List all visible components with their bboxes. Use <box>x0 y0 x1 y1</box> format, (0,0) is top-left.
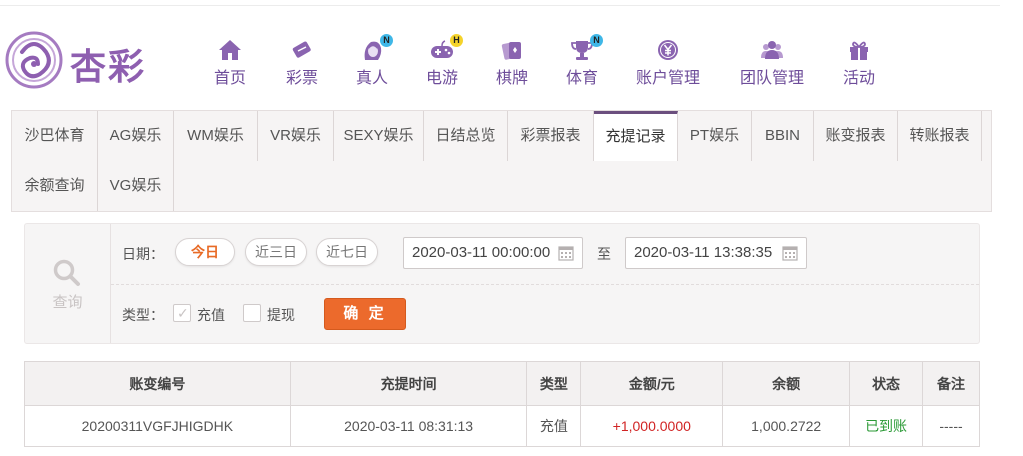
date-label: 日期： <box>122 246 164 262</box>
cell-amount: +1,000.0000 <box>580 405 724 447</box>
tab-vg[interactable]: VG娱乐 <box>98 161 174 211</box>
nav-label: 棋牌 <box>495 70 528 87</box>
nav-label: 体育 <box>565 70 598 87</box>
nav-label: 真人 <box>355 70 388 87</box>
nav-item-promotions[interactable]: 活动 <box>840 36 878 96</box>
range-today-button[interactable]: 今日 <box>175 238 235 266</box>
tab-vr[interactable]: VR娱乐 <box>258 111 334 161</box>
col-transaction-id: 账变编号 <box>24 361 291 406</box>
query-section: 查询 <box>25 224 111 343</box>
deposit-label[interactable]: 充值 <box>197 305 225 325</box>
tab-pt[interactable]: PT娱乐 <box>678 111 752 161</box>
new-badge: N <box>590 34 603 47</box>
tab-transfer-report[interactable]: 转账报表 <box>898 111 982 161</box>
search-icon <box>53 259 80 286</box>
calendar-icon[interactable] <box>558 245 574 261</box>
cell-remark: ----- <box>922 405 980 447</box>
confirm-button[interactable]: 确 定 <box>324 298 406 330</box>
table-header-row: 账变编号 充提时间 类型 金额/元 余额 状态 备注 <box>24 361 980 406</box>
nav-item-team[interactable]: 团队管理 <box>736 36 808 96</box>
start-datetime-value: 2020-03-11 00:00:00 <box>412 244 551 261</box>
site-header: 杏彩 首页 彩票 N 真人 H 电游 棋牌 N 体育 账户管理 团队管理 活动 <box>0 0 1023 108</box>
col-status: 状态 <box>849 361 924 406</box>
col-type: 类型 <box>526 361 582 406</box>
nav-item-home[interactable]: 首页 <box>208 36 252 96</box>
nav-label: 首页 <box>213 70 246 87</box>
tab-balance-change-report[interactable]: 账变报表 <box>814 111 898 161</box>
query-label: 查询 <box>52 294 83 311</box>
cell-transaction-id: 20200311VGFJHIGDHK <box>24 405 291 447</box>
end-datetime-input[interactable]: 2020-03-11 13:38:35 <box>625 237 807 269</box>
col-balance: 余额 <box>722 361 851 406</box>
tab-deposit-withdraw-records[interactable]: 充提记录 <box>594 111 678 161</box>
nav-label: 彩票 <box>285 70 318 87</box>
withdraw-label[interactable]: 提现 <box>267 305 295 325</box>
site-logo[interactable]: 杏彩 <box>2 28 162 92</box>
logo-emblem-icon <box>5 31 63 89</box>
withdraw-checkbox[interactable] <box>243 304 261 322</box>
tab-balance-query[interactable]: 余额查询 <box>12 161 98 211</box>
table-row: 20200311VGFJHIGDHK 2020-03-11 08:31:13 充… <box>24 405 980 447</box>
home-icon <box>219 40 241 60</box>
nav-item-cards[interactable]: 棋牌 <box>490 36 534 96</box>
tab-ag[interactable]: AG娱乐 <box>98 111 174 161</box>
deposit-checkbox[interactable]: ✓ <box>173 304 191 322</box>
to-label: 至 <box>597 246 611 262</box>
nav-item-live[interactable]: N 真人 <box>350 34 394 96</box>
nav-label: 账户管理 <box>635 70 700 87</box>
col-remark: 备注 <box>922 361 980 406</box>
yen-coin-icon <box>658 40 678 60</box>
tab-wm[interactable]: WM娱乐 <box>174 111 258 161</box>
report-tabs: 沙巴体育 AG娱乐 WM娱乐 VR娱乐 SEXY娱乐 日结总览 彩票报表 充提记… <box>11 110 992 212</box>
filter-panel: 查询 日期： 今日 近三日 近七日 2020-03-11 00:00:00 至 … <box>24 223 980 344</box>
tab-bbin[interactable]: BBIN <box>752 111 814 161</box>
new-badge: N <box>380 34 393 47</box>
type-label: 类型： <box>122 307 164 323</box>
tab-saba-sports[interactable]: 沙巴体育 <box>12 111 98 161</box>
hot-badge: H <box>450 34 463 47</box>
team-icon <box>761 41 783 59</box>
cell-time: 2020-03-11 08:31:13 <box>289 405 528 447</box>
nav-item-sports[interactable]: N 体育 <box>560 34 604 96</box>
lottery-ticket-icon <box>292 41 311 58</box>
tab-lottery-report[interactable]: 彩票报表 <box>508 111 594 161</box>
nav-label: 团队管理 <box>739 70 804 87</box>
start-datetime-input[interactable]: 2020-03-11 00:00:00 <box>403 237 583 269</box>
calendar-icon[interactable] <box>782 245 798 261</box>
range-3days-button[interactable]: 近三日 <box>245 238 307 266</box>
tab-sexy[interactable]: SEXY娱乐 <box>334 111 424 161</box>
cell-type: 充值 <box>526 405 582 447</box>
nav-item-lottery[interactable]: 彩票 <box>280 36 324 96</box>
logo-text: 杏彩 <box>70 46 147 88</box>
cell-balance: 1,000.2722 <box>722 405 851 447</box>
col-amount: 金额/元 <box>580 361 724 406</box>
playing-cards-icon <box>501 42 521 60</box>
header-divider <box>0 5 1000 6</box>
records-table: 账变编号 充提时间 类型 金额/元 余额 状态 备注 20200311VGFJH… <box>24 361 980 447</box>
end-datetime-value: 2020-03-11 13:38:35 <box>634 244 773 261</box>
nav-label: 电游 <box>425 70 458 87</box>
nav-item-egames[interactable]: H 电游 <box>420 34 464 96</box>
range-7days-button[interactable]: 近七日 <box>316 238 378 266</box>
col-time: 充提时间 <box>289 361 528 406</box>
gift-icon <box>850 41 868 60</box>
checkmark-icon: ✓ <box>177 305 189 321</box>
nav-label: 活动 <box>842 70 875 87</box>
nav-item-account[interactable]: 账户管理 <box>632 36 704 96</box>
cell-status: 已到账 <box>849 405 924 447</box>
filter-row-divider <box>111 284 979 285</box>
tab-daily-summary[interactable]: 日结总览 <box>424 111 508 161</box>
